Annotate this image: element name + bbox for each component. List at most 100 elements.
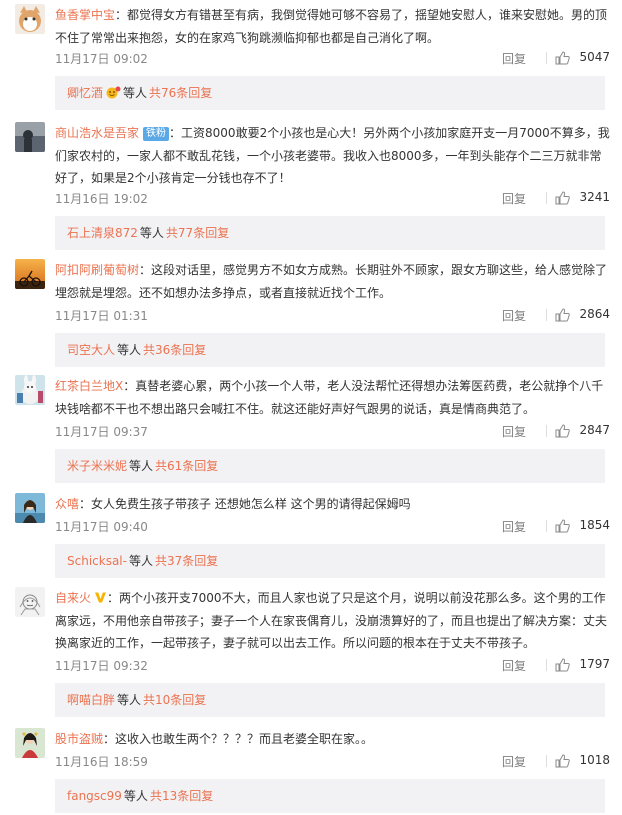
comment-username[interactable]: 阿扣阿刷葡萄树 xyxy=(55,263,139,277)
divider xyxy=(546,52,547,64)
like-count: 2864 xyxy=(579,307,610,321)
sub-reply-count[interactable]: 共77条回复 xyxy=(166,226,229,240)
like-count: 3241 xyxy=(579,190,610,204)
reply-button[interactable]: 回复 xyxy=(502,307,526,324)
sub-reply-username[interactable]: fangsc99 xyxy=(67,789,122,803)
reply-button[interactable]: 回复 xyxy=(502,753,526,770)
thumbs-up-icon xyxy=(555,51,570,65)
like-button[interactable]: 1018 xyxy=(552,753,610,771)
sub-reply-count[interactable]: 共37条回复 xyxy=(155,554,218,568)
sub-reply-username[interactable]: 卿忆酒 xyxy=(67,86,103,100)
sub-reply-mid: 等人 xyxy=(129,459,154,473)
avatar[interactable] xyxy=(15,587,45,617)
comment-body: 真替老婆心累，两个小孩一个人带，老人没法帮忙还得想办法筹医药费，老公就挣个八千块… xyxy=(55,379,604,416)
sub-replies-bar[interactable]: 米子米米妮 等人 共61条回复 xyxy=(55,449,605,483)
comment-text: 商山浩水是吾家 铁粉 ：工资8000敢要2个小孩也是心大！另外两个小孩加家庭开支一月… xyxy=(55,126,610,185)
comment-time: 11月17日 09:32 xyxy=(55,659,148,673)
avatar[interactable] xyxy=(15,375,45,405)
comment-text: 阿扣阿刷葡萄树：这段对话里，感觉男方不如女方成熟。长期驻外不顾家，跟女方聊这些，… xyxy=(55,263,608,300)
thumbs-up-icon xyxy=(555,519,570,533)
verified-v-icon xyxy=(95,592,107,603)
comment-meta: 11月17日 09:37 回复 2847 xyxy=(55,423,610,441)
thumbs-up-icon xyxy=(555,658,570,672)
comment-text: 红茶白兰地X：真替老婆心累，两个小孩一个人带，老人没法帮忙还得想办法筹医药费，老… xyxy=(55,379,604,416)
comment-meta: 11月17日 01:31 回复 2864 xyxy=(55,307,610,325)
like-count: 1854 xyxy=(579,518,610,532)
thumbs-up-icon xyxy=(555,424,570,438)
like-button[interactable]: 3241 xyxy=(552,190,610,208)
avatar[interactable] xyxy=(15,493,45,523)
comment-text: 自来火 ：两个小孩开支7000不大，而且人家也说了只是这个月，说明以前没花那么多。… xyxy=(55,591,608,650)
sub-reply-username[interactable]: 啊喵白胖 xyxy=(67,693,115,707)
sub-reply-count[interactable]: 共10条回复 xyxy=(143,693,206,707)
comment-meta: 11月16日 18:59 回复 1018 xyxy=(55,753,610,771)
like-count: 5047 xyxy=(579,50,610,64)
sub-replies-bar[interactable]: Schicksal- 等人 共37条回复 xyxy=(55,544,605,578)
sub-replies-bar[interactable]: 啊喵白胖 等人 共10条回复 xyxy=(55,683,605,717)
sub-reply-username[interactable]: 司空大人 xyxy=(67,343,115,357)
divider xyxy=(546,659,547,671)
divider xyxy=(546,520,547,532)
comment-meta: 11月17日 09:40 回复 1854 xyxy=(55,518,610,536)
sub-reply-username[interactable]: 石上清泉872 xyxy=(67,226,138,240)
comment-time: 11月16日 18:59 xyxy=(55,755,148,769)
comment-username[interactable]: 自来火 xyxy=(55,591,91,605)
avatar[interactable] xyxy=(15,259,45,289)
sub-replies-bar[interactable]: 石上清泉872 等人 共77条回复 xyxy=(55,216,605,250)
sub-replies-bar[interactable]: fangsc99 等人 共13条回复 xyxy=(55,779,605,813)
divider xyxy=(546,309,547,321)
reply-button[interactable]: 回复 xyxy=(502,518,526,535)
sub-reply-count[interactable]: 共76条回复 xyxy=(149,86,212,100)
divider xyxy=(546,755,547,767)
reply-button[interactable]: 回复 xyxy=(502,50,526,67)
reply-button[interactable]: 回复 xyxy=(502,657,526,674)
comment-body: 都觉得女方有错甚至有病，我倒觉得她可够不容易了，揺望她安慰人，谁来安慰她。男的顶… xyxy=(55,8,608,45)
comment-time: 11月17日 09:02 xyxy=(55,52,148,66)
reply-button[interactable]: 回复 xyxy=(502,423,526,440)
fan-badge: 铁粉 xyxy=(143,127,170,141)
sub-reply-count[interactable]: 共36条回复 xyxy=(143,343,206,357)
comment-text: 鱼香掌中宝：都觉得女方有错甚至有病，我倒觉得她可够不容易了，揺望她安慰人，谁来安… xyxy=(55,8,608,45)
comment-username[interactable]: 众嘻 xyxy=(55,497,79,511)
avatar[interactable] xyxy=(15,122,45,152)
like-count: 1018 xyxy=(579,753,610,767)
like-count: 1797 xyxy=(579,657,610,671)
sub-reply-mid: 等人 xyxy=(123,86,148,100)
comment-time: 11月17日 09:37 xyxy=(55,425,148,439)
sub-reply-mid: 等人 xyxy=(117,343,142,357)
comment-text: 众嘻：女人免费生孩子带孩子 还想她怎么样 这个男的请得起保姆吗 xyxy=(55,497,411,511)
sub-reply-mid: 等人 xyxy=(123,789,148,803)
like-button[interactable]: 2847 xyxy=(552,423,610,441)
like-button[interactable]: 5047 xyxy=(552,50,610,68)
avatar[interactable] xyxy=(15,4,45,34)
like-count: 2847 xyxy=(579,423,610,437)
emoji-icon xyxy=(106,86,121,99)
reply-button[interactable]: 回复 xyxy=(502,190,526,207)
like-button[interactable]: 2864 xyxy=(552,307,610,325)
thumbs-up-icon xyxy=(555,754,570,768)
comment-meta: 11月17日 09:02 回复 5047 xyxy=(55,50,610,68)
sub-replies-bar[interactable]: 司空大人 等人 共36条回复 xyxy=(55,333,605,367)
comment-username[interactable]: 股市盗贼 xyxy=(55,732,103,746)
like-button[interactable]: 1797 xyxy=(552,657,610,675)
comment-username[interactable]: 鱼香掌中宝 xyxy=(55,8,115,22)
comment-time: 11月17日 01:31 xyxy=(55,309,148,323)
sub-reply-count[interactable]: 共13条回复 xyxy=(150,789,213,803)
comment-time: 11月17日 09:40 xyxy=(55,520,148,534)
like-button[interactable]: 1854 xyxy=(552,518,610,536)
sub-reply-mid: 等人 xyxy=(139,226,164,240)
comment-body: 女人免费生孩子带孩子 还想她怎么样 这个男的请得起保姆吗 xyxy=(91,497,411,511)
sub-reply-count[interactable]: 共61条回复 xyxy=(155,459,218,473)
comment-meta: 11月16日 19:02 回复 3241 xyxy=(55,190,610,208)
divider xyxy=(546,192,547,204)
comment-meta: 11月17日 09:32 回复 1797 xyxy=(55,657,610,675)
comment-username[interactable]: 红茶白兰地X xyxy=(55,379,123,393)
thumbs-up-icon xyxy=(555,308,570,322)
avatar[interactable] xyxy=(15,728,45,758)
sub-reply-username[interactable]: 米子米米妮 xyxy=(67,459,127,473)
comment-body: 这收入也敢生两个？？？？而且老婆全职在家。。 xyxy=(115,732,374,746)
sub-replies-bar[interactable]: 卿忆酒 等人 共76条回复 xyxy=(55,76,605,110)
comment-username[interactable]: 商山浩水是吾家 xyxy=(55,126,139,140)
sub-reply-username[interactable]: Schicksal- xyxy=(67,554,127,568)
comment-body: 两个小孩开支7000不大，而且人家也说了只是这个月，说明以前没花那么多。这个男的… xyxy=(55,591,608,650)
